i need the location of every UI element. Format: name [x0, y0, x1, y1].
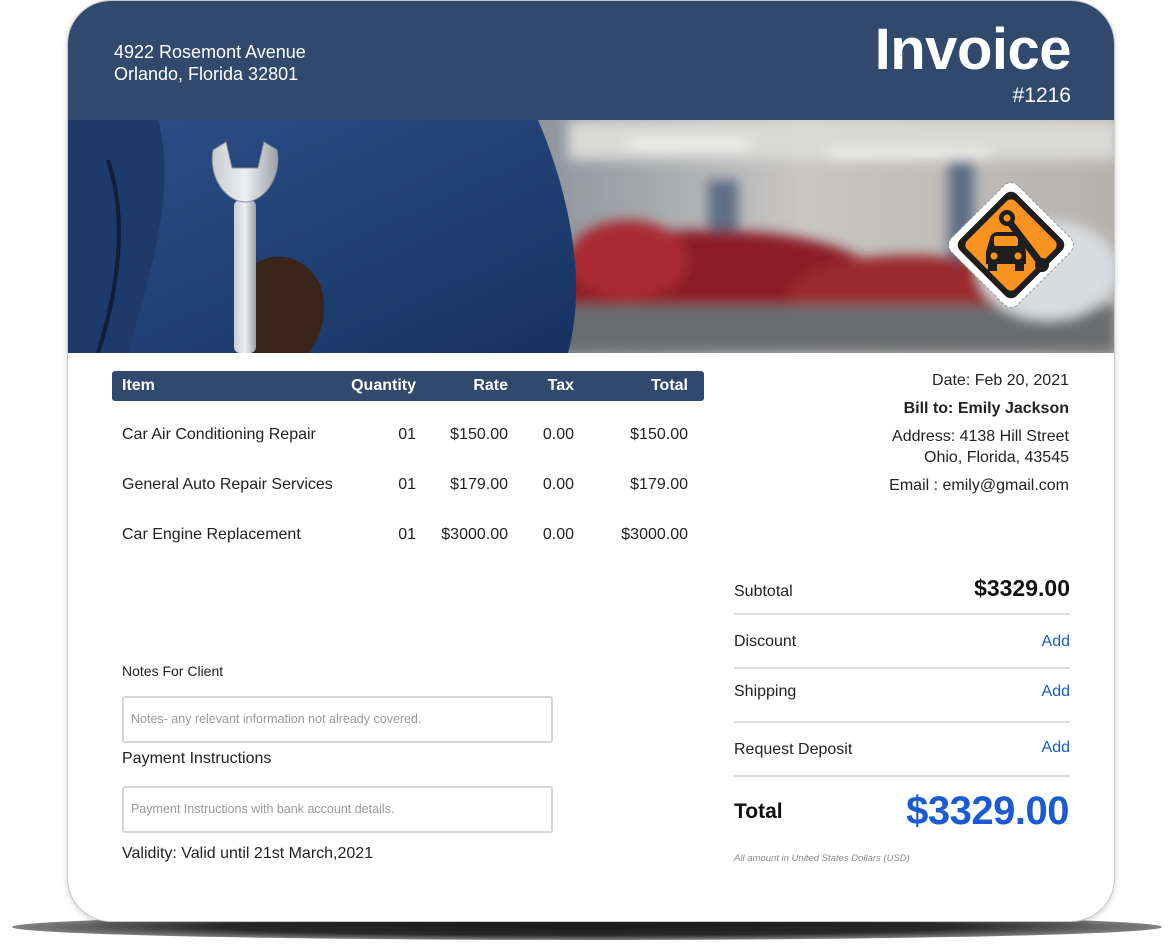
business-address: 4922 Rosemont Avenue Orlando, Florida 32… [114, 41, 306, 85]
row-quantity: 01 [398, 476, 416, 493]
total-label: Total [734, 800, 783, 823]
table-row: Car Engine Replacement 01 $3000.00 0.00 … [112, 520, 704, 550]
discount-label: Discount [734, 633, 797, 650]
table-row: General Auto Repair Services 01 $179.00 … [112, 470, 704, 500]
add-discount-link[interactable]: Add [1042, 633, 1070, 651]
row-tax: 0.00 [542, 476, 574, 493]
total-value: $3329.00 [906, 789, 1069, 833]
row-quantity: 01 [398, 426, 416, 443]
row-tax: 0.00 [542, 426, 574, 443]
row-rate: $179.00 [450, 476, 508, 493]
client-address-line1: Address: 4138 Hill Street [892, 428, 1069, 445]
invoice-number: #1216 [1012, 84, 1071, 107]
header-item: Item [122, 377, 155, 394]
table-row: Car Air Conditioning Repair 01 $150.00 0… [112, 420, 704, 450]
payment-instructions-label: Payment Instructions [122, 750, 272, 767]
row-tax: 0.00 [542, 526, 574, 543]
shipping-label: Shipping [734, 683, 797, 700]
currency-note: All amount in United States Dollars (USD… [734, 853, 910, 864]
validity-text: Validity: Valid until 21st March,2021 [122, 845, 374, 862]
row-item: Car Engine Replacement [122, 526, 301, 543]
header-tax: Tax [547, 377, 574, 394]
shipping-row: Shipping Add [734, 683, 1070, 723]
business-address-line2: Orlando, Florida 32801 [114, 64, 299, 84]
bill-to: Bill to: Emily Jackson [903, 400, 1069, 417]
subtotal-value: $3329.00 [974, 575, 1070, 601]
business-address-line1: 4922 Rosemont Avenue [114, 42, 306, 62]
divider [734, 667, 1070, 669]
notes-input[interactable]: Notes- any relevant information not alre… [122, 696, 553, 743]
invoice-header: 4922 Rosemont Avenue Orlando, Florida 32… [68, 1, 1114, 120]
row-rate: $150.00 [450, 426, 508, 443]
row-quantity: 01 [398, 526, 416, 543]
client-address-line2: Ohio, Florida, 43545 [924, 449, 1069, 466]
row-total: $179.00 [630, 476, 688, 493]
notes-label: Notes For Client [122, 663, 224, 679]
subtotal-label: Subtotal [734, 583, 793, 600]
payment-instructions-input[interactable]: Payment Instructions with bank account d… [122, 786, 553, 833]
client-email: Email : emily@gmail.com [889, 477, 1069, 494]
invoice-date: Date: Feb 20, 2021 [932, 372, 1069, 389]
car-repair-sign-icon [948, 182, 1074, 308]
invoice-title: Invoice [874, 17, 1072, 82]
row-rate: $3000.00 [441, 526, 508, 543]
divider [734, 613, 1070, 615]
divider [734, 721, 1070, 723]
header-rate: Rate [473, 377, 508, 394]
subtotal-row: Subtotal $3329.00 [734, 575, 1070, 615]
items-table-header: Item Quantity Rate Tax Total [112, 371, 704, 401]
row-item: General Auto Repair Services [122, 476, 333, 493]
request-deposit-label: Request Deposit [734, 741, 853, 758]
row-total: $3000.00 [621, 526, 688, 543]
divider [734, 775, 1070, 777]
header-quantity: Quantity [351, 377, 416, 394]
invoice-device-frame: 4922 Rosemont Avenue Orlando, Florida 32… [67, 0, 1115, 922]
header-total: Total [650, 377, 688, 394]
banner-photo [68, 120, 1114, 353]
add-shipping-link[interactable]: Add [1042, 683, 1070, 701]
row-item: Car Air Conditioning Repair [122, 426, 316, 443]
add-deposit-link[interactable]: Add [1042, 739, 1070, 757]
row-total: $150.00 [630, 426, 688, 443]
